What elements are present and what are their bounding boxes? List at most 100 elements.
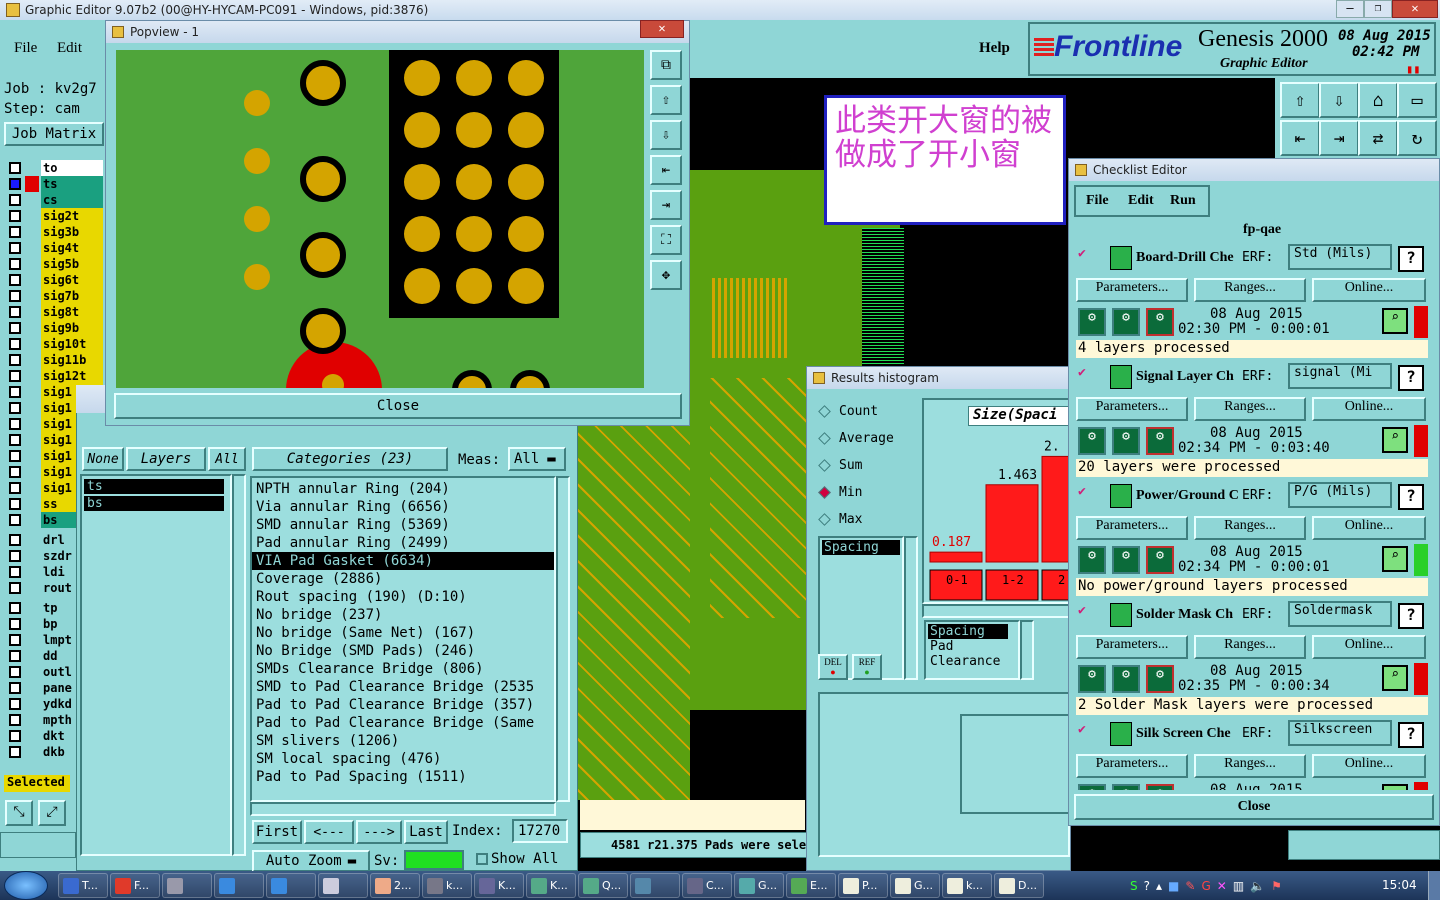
category-item[interactable]: Coverage (2886)	[252, 570, 554, 588]
layer-checkbox[interactable]	[9, 582, 21, 594]
tray-network-icon[interactable]: ▥	[1233, 879, 1244, 893]
layer-checkbox[interactable]	[9, 338, 21, 350]
run-action-icon[interactable]: ⚙	[1112, 308, 1140, 336]
ref-button[interactable]: REF ●	[852, 654, 882, 680]
ranges-button[interactable]: Ranges...	[1194, 278, 1306, 302]
measure-tool-icon[interactable]: ⤢	[38, 800, 66, 826]
check-zoom-icon[interactable]: ⌕	[1382, 784, 1408, 790]
category-item[interactable]: Pad annular Ring (2499)	[252, 534, 554, 552]
layer-checkbox[interactable]	[9, 370, 21, 382]
popview-pan-icon[interactable]: ✥	[650, 260, 682, 290]
run-stop-icon[interactable]: ⚙	[1146, 665, 1174, 693]
run-check-icon[interactable]: ⚙	[1078, 308, 1106, 336]
taskbar-item[interactable]: K...	[526, 873, 576, 898]
layer-row[interactable]: sig2t	[6, 208, 104, 224]
first-button[interactable]: First	[252, 820, 302, 844]
taskbar-item[interactable]	[162, 873, 212, 898]
taskbar-item[interactable]: G...	[734, 873, 784, 898]
run-check-icon[interactable]: ⚙	[1078, 427, 1106, 455]
tray-help-icon[interactable]: ?	[1144, 879, 1150, 893]
taskbar-item[interactable]	[214, 873, 264, 898]
layer-row[interactable]: cs	[6, 192, 104, 208]
layer-checkbox[interactable]	[9, 162, 21, 174]
next-button[interactable]: --->	[356, 820, 402, 844]
category-item[interactable]: No bridge (Same Net) (167)	[252, 624, 554, 642]
category-item[interactable]: No Bridge (SMD Pads) (246)	[252, 642, 554, 660]
category-item[interactable]: SMD annular Ring (5369)	[252, 516, 554, 534]
layer-name[interactable]: sig11b	[41, 352, 103, 368]
layer-checkbox[interactable]	[9, 274, 21, 286]
close-button[interactable]: ✕	[1392, 0, 1438, 18]
layer-checkbox[interactable]	[9, 194, 21, 206]
histogram-mode-max[interactable]: Max	[818, 510, 862, 528]
menu-file[interactable]: File	[14, 40, 37, 57]
index-input[interactable]: 17270	[512, 819, 568, 843]
layer-row[interactable]: ts	[6, 176, 104, 192]
online-button[interactable]: Online...	[1312, 278, 1426, 302]
run-action-icon[interactable]: ⚙	[1112, 665, 1140, 693]
ranges-button[interactable]: Ranges...	[1194, 397, 1306, 421]
taskbar-item[interactable]: D...	[994, 873, 1044, 898]
layer-checkbox[interactable]	[9, 682, 21, 694]
taskbar-item[interactable]: C...	[682, 873, 732, 898]
meas-select[interactable]: All ▬	[508, 447, 566, 471]
layer-checkbox[interactable]	[9, 498, 21, 510]
radio-diamond-icon[interactable]	[818, 431, 831, 445]
histogram-mode-count[interactable]: Count	[818, 402, 878, 420]
layer-name[interactable]: sig12t	[41, 368, 103, 384]
layer-row[interactable]: sig10t	[6, 336, 104, 352]
histogram-list-selected[interactable]: Spacing	[822, 540, 900, 555]
tray-tool-icon[interactable]: ✎	[1185, 879, 1195, 893]
run-check-icon[interactable]: ⚙	[1078, 784, 1106, 790]
popview-up-icon[interactable]: ⇧	[650, 85, 682, 115]
radio-diamond-icon[interactable]	[818, 512, 831, 526]
layer-checkbox[interactable]	[9, 226, 21, 238]
popview-fit-icon[interactable]: ⛶	[650, 225, 682, 255]
auto-zoom-select[interactable]: Auto Zoom ▬	[252, 850, 370, 872]
tray-x-icon[interactable]: ✕	[1217, 879, 1227, 893]
ranges-button[interactable]: Ranges...	[1194, 516, 1306, 540]
download-icon[interactable]: ⇩	[1319, 82, 1359, 118]
layer-row[interactable]: sig9b	[6, 320, 104, 336]
popview-right-icon[interactable]: ⇥	[650, 190, 682, 220]
parameters-button[interactable]: Parameters...	[1076, 278, 1188, 302]
category-item[interactable]: Via annular Ring (6656)	[252, 498, 554, 516]
erf-value[interactable]: Silkscreen	[1288, 720, 1392, 746]
layer-checkbox[interactable]	[9, 746, 21, 758]
layer-row[interactable]: sig11b	[6, 352, 104, 368]
last-button[interactable]: Last	[404, 820, 448, 844]
check-zoom-icon[interactable]: ⌕	[1382, 665, 1408, 691]
online-button[interactable]: Online...	[1312, 516, 1426, 540]
check-enable-icon[interactable]: ✔	[1078, 484, 1086, 499]
sv-color-select[interactable]	[404, 850, 464, 870]
taskbar-item[interactable]: K...	[474, 873, 524, 898]
histogram-mode-average[interactable]: Average	[818, 429, 894, 447]
radio-diamond-icon[interactable]	[818, 485, 831, 499]
taskbar-item[interactable]: Q...	[578, 873, 628, 898]
check-name[interactable]: Signal Layer Ch	[1136, 369, 1240, 385]
layer-name[interactable]: sig4t	[41, 240, 103, 256]
taskbar-item[interactable]: T...	[58, 873, 108, 898]
all-button[interactable]: All	[208, 447, 246, 471]
layer-checkbox[interactable]	[9, 698, 21, 710]
run-stop-icon[interactable]: ⚙	[1146, 427, 1174, 455]
layer-row[interactable]: sig12t	[6, 368, 104, 384]
ranges-button[interactable]: Ranges...	[1194, 635, 1306, 659]
import-icon[interactable]: ⇤	[1280, 120, 1320, 156]
layer-checkbox[interactable]	[9, 210, 21, 222]
layer-name[interactable]: cs	[41, 192, 103, 208]
layer-row[interactable]: sig4t	[6, 240, 104, 256]
layer-select-list[interactable]: ts bs	[80, 474, 232, 856]
layer-checkbox[interactable]	[9, 322, 21, 334]
category-item[interactable]: NPTH annular Ring (204)	[252, 480, 554, 498]
histogram-mode-sum[interactable]: Sum	[818, 456, 862, 474]
category-item[interactable]: Pad to Pad Spacing (1511)	[252, 768, 554, 786]
run-stop-icon[interactable]: ⚙	[1146, 308, 1174, 336]
run-check-icon[interactable]: ⚙	[1078, 546, 1106, 574]
check-name[interactable]: Board-Drill Che	[1136, 250, 1240, 266]
ranges-button[interactable]: Ranges...	[1194, 754, 1306, 778]
layer-checkbox[interactable]	[9, 534, 21, 546]
layer-scrollbar[interactable]	[232, 474, 246, 856]
layer-row[interactable]: sig3b	[6, 224, 104, 240]
radio-diamond-icon[interactable]	[818, 404, 831, 418]
